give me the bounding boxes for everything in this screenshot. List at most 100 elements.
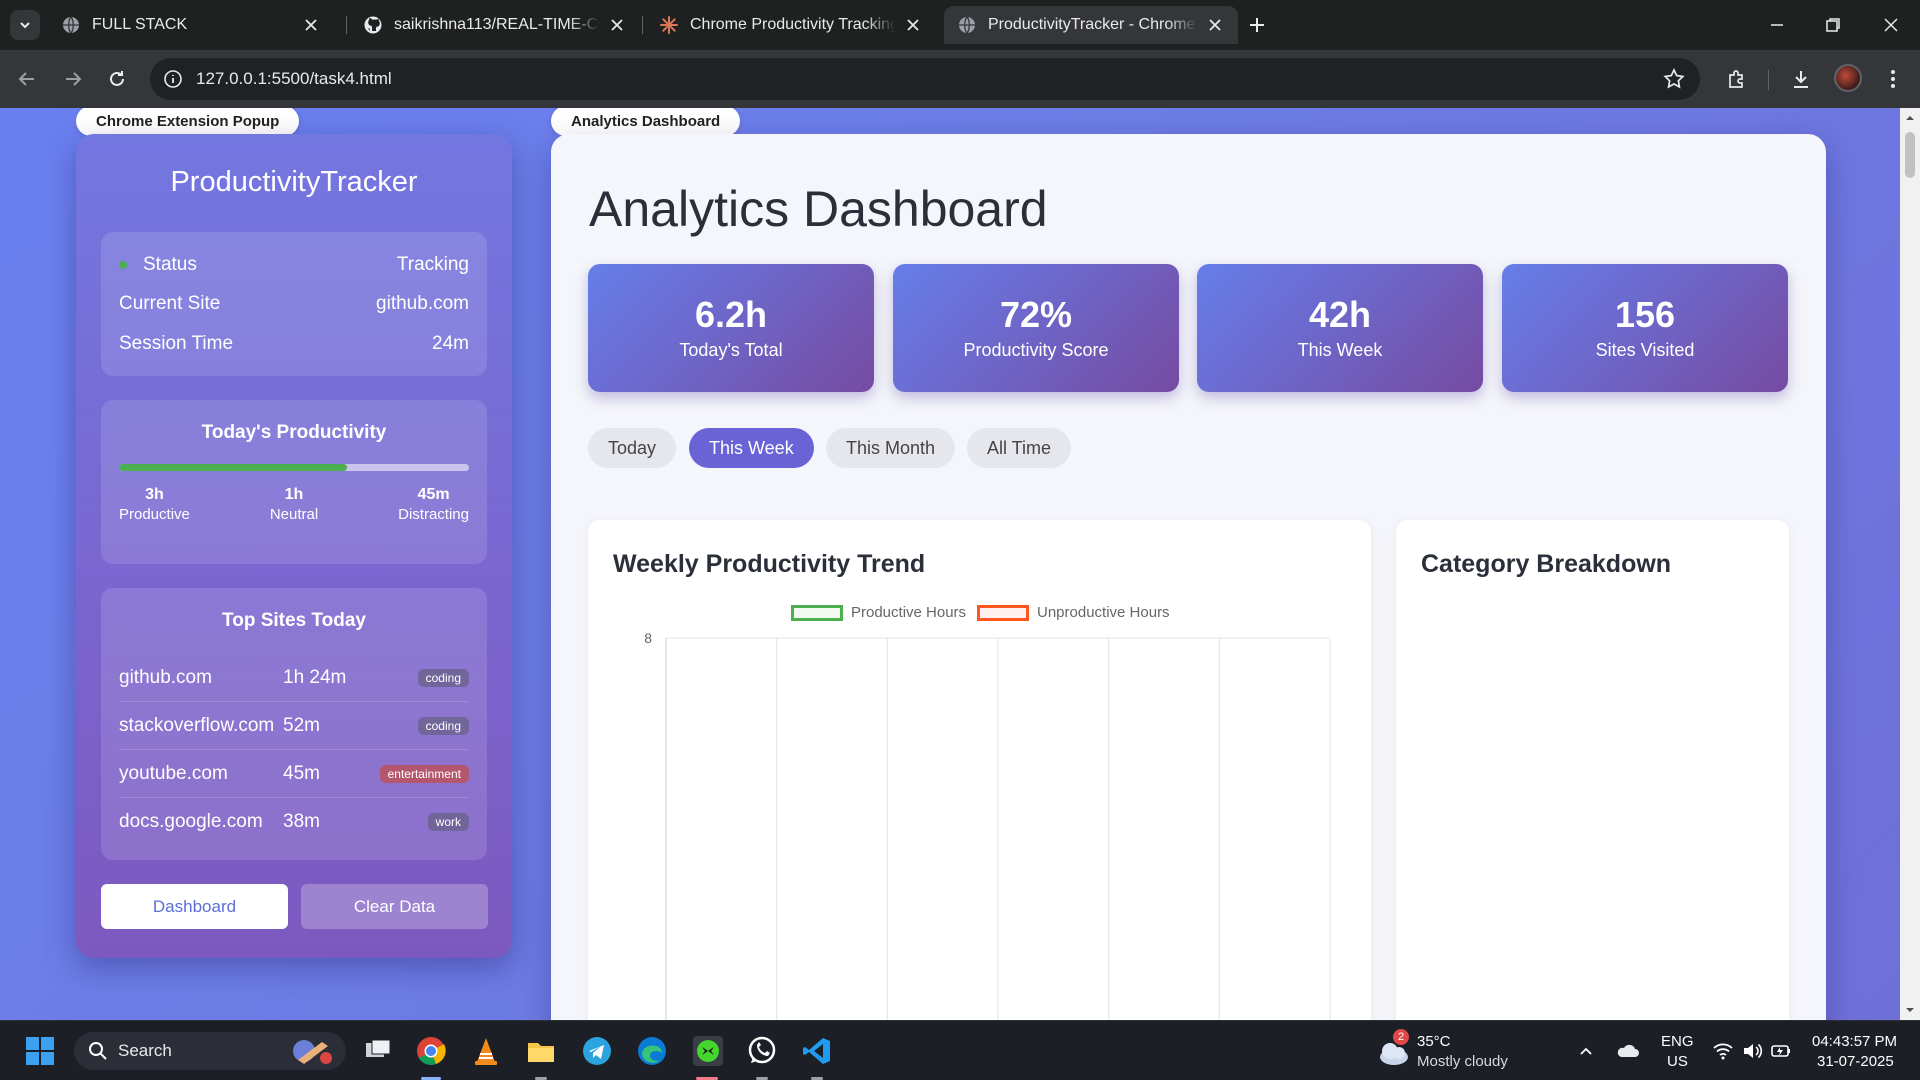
site-name: youtube.com — [119, 762, 228, 784]
download-icon[interactable] — [1788, 66, 1814, 92]
back-arrow-icon[interactable] — [14, 66, 40, 92]
whatsapp-icon[interactable] — [746, 1035, 778, 1067]
windows-start-icon[interactable] — [24, 1035, 56, 1067]
productive-label: Productive — [119, 506, 190, 523]
window-close-icon[interactable] — [1878, 12, 1904, 38]
session-time-value: 24m — [432, 333, 469, 354]
edge-icon[interactable] — [636, 1035, 668, 1067]
task-view-icon[interactable] — [362, 1035, 394, 1067]
chevron-up-icon[interactable] — [1578, 1043, 1594, 1059]
dashboard-section-label: Analytics Dashboard — [551, 108, 741, 136]
distracting-stat: 45m Distracting — [398, 486, 469, 523]
session-time-label: Session Time — [119, 333, 234, 354]
vlc-icon[interactable] — [470, 1035, 502, 1067]
page-viewport: Chrome Extension Popup Analytics Dashboa… — [0, 108, 1900, 1020]
top-sites-card: Top Sites Today github.com 1h 24m coding… — [101, 588, 487, 860]
forward-arrow-icon[interactable] — [60, 66, 86, 92]
extensions-puzzle-icon[interactable] — [1724, 66, 1750, 92]
tab-separator — [346, 16, 347, 34]
session-time-row: Session Time 24m — [119, 329, 469, 359]
site-name: docs.google.com — [119, 811, 263, 832]
clear-data-button[interactable]: Clear Data — [301, 884, 488, 929]
weather-condition: Mostly cloudy — [1417, 1053, 1508, 1070]
windows-taskbar: Search 2 35°C Mostly cloudy ENG US 04:43… — [0, 1020, 1920, 1080]
close-icon[interactable] — [1206, 16, 1224, 34]
trend-chart-canvas: 8 — [644, 630, 1331, 1020]
taskbar-search-box[interactable]: Search — [74, 1032, 346, 1070]
tab-separator — [642, 16, 643, 34]
region-indicator: US — [1667, 1053, 1688, 1070]
metric-label: Sites Visited — [1595, 340, 1695, 360]
metric-value: 72% — [999, 294, 1073, 335]
productivity-card: Today's Productivity 3h Productive 1h Ne… — [101, 400, 487, 564]
tab-productivity-tracker[interactable]: ProductivityTracker - Chrome Extension — [944, 6, 1238, 44]
tab-github-repo[interactable]: saikrishna113/REAL-TIME-COLLAB — [350, 6, 640, 44]
current-site-value: github.com — [376, 293, 469, 314]
site-time: 45m — [283, 762, 320, 784]
category-badge: coding — [417, 716, 469, 735]
tab-productivity-extension[interactable]: Chrome Productivity Tracking Extension — [646, 6, 936, 44]
telegram-icon[interactable] — [581, 1035, 613, 1067]
restore-icon[interactable] — [1820, 12, 1846, 38]
tab-full-stack[interactable]: FULL STACK — [48, 6, 334, 44]
profile-avatar[interactable] — [1834, 64, 1862, 92]
wifi-icon[interactable] — [1712, 1041, 1734, 1061]
site-name: stackoverflow.com — [119, 714, 275, 736]
chrome-icon[interactable] — [415, 1035, 447, 1067]
status-card: Status Tracking Current Site github.com … — [101, 232, 487, 376]
metric-card-this-week: 42h This Week — [1197, 264, 1483, 392]
clock-time[interactable]: 04:43:57 PM — [1812, 1032, 1897, 1051]
globe-icon — [959, 16, 975, 34]
scroll-down-arrow-icon[interactable] — [1904, 1004, 1916, 1016]
tab-search-button[interactable] — [10, 10, 40, 40]
site-row[interactable]: github.com 1h 24m coding — [119, 654, 469, 702]
minimize-icon[interactable] — [1764, 12, 1790, 38]
scroll-up-arrow-icon[interactable] — [1904, 112, 1916, 124]
productivity-progress-bar — [119, 464, 469, 471]
top-sites-title: Top Sites Today — [222, 610, 366, 631]
scrollbar-thumb[interactable] — [1905, 132, 1915, 178]
bookmark-star-icon[interactable] — [1662, 67, 1686, 91]
distracting-label: Distracting — [398, 506, 469, 523]
popup-section-label: Chrome Extension Popup — [76, 108, 300, 136]
filter-this-month[interactable]: This Month — [826, 428, 956, 468]
site-row[interactable]: docs.google.com 38m work — [119, 798, 469, 846]
site-time: 52m — [283, 714, 320, 736]
dashboard-button[interactable]: Dashboard — [101, 884, 288, 929]
filter-all-time[interactable]: All Time — [967, 428, 1072, 468]
razer-icon[interactable] — [692, 1035, 724, 1067]
onedrive-cloud-icon[interactable] — [1616, 1041, 1640, 1059]
page-scrollbar[interactable] — [1900, 108, 1920, 1020]
reload-icon[interactable] — [104, 66, 130, 92]
search-highlight-icon — [293, 1040, 332, 1064]
filter-today[interactable]: Today — [588, 428, 677, 468]
clock-date: 31-07-2025 — [1817, 1053, 1894, 1070]
close-icon[interactable] — [608, 16, 626, 34]
language-indicator[interactable]: ENG — [1661, 1032, 1694, 1051]
metric-value: 156 — [1614, 294, 1676, 335]
dashboard-title: Analytics Dashboard — [589, 181, 1048, 237]
close-icon[interactable] — [904, 16, 922, 34]
github-icon — [364, 16, 382, 34]
category-badge: entertainment — [379, 764, 469, 783]
vscode-icon[interactable] — [801, 1035, 833, 1067]
close-icon[interactable] — [302, 16, 320, 34]
current-site-row: Current Site github.com — [119, 289, 469, 319]
more-menu-icon[interactable] — [1880, 66, 1906, 92]
neutral-label: Neutral — [269, 506, 319, 523]
site-row[interactable]: stackoverflow.com 52m coding — [119, 702, 469, 750]
metric-value: 6.2h — [694, 294, 768, 335]
new-tab-icon[interactable] — [1244, 12, 1270, 38]
address-bar[interactable]: 127.0.0.1:5500/task4.html — [150, 58, 1700, 100]
site-info-icon[interactable] — [162, 68, 184, 90]
tab-title: ProductivityTracker - Chrome Extension — [988, 16, 1198, 33]
filter-this-week[interactable]: This Week — [689, 428, 814, 468]
search-icon — [89, 1042, 107, 1060]
battery-charging-icon[interactable] — [1770, 1041, 1792, 1061]
speaker-icon[interactable] — [1741, 1041, 1763, 1061]
category-breakdown-title: Category Breakdown — [1421, 550, 1672, 578]
weather-notification-badge: 2 — [1393, 1029, 1409, 1045]
site-row[interactable]: youtube.com 45m entertainment — [119, 750, 469, 798]
metric-label: Today's Total — [679, 340, 783, 360]
file-explorer-icon[interactable] — [525, 1035, 557, 1067]
